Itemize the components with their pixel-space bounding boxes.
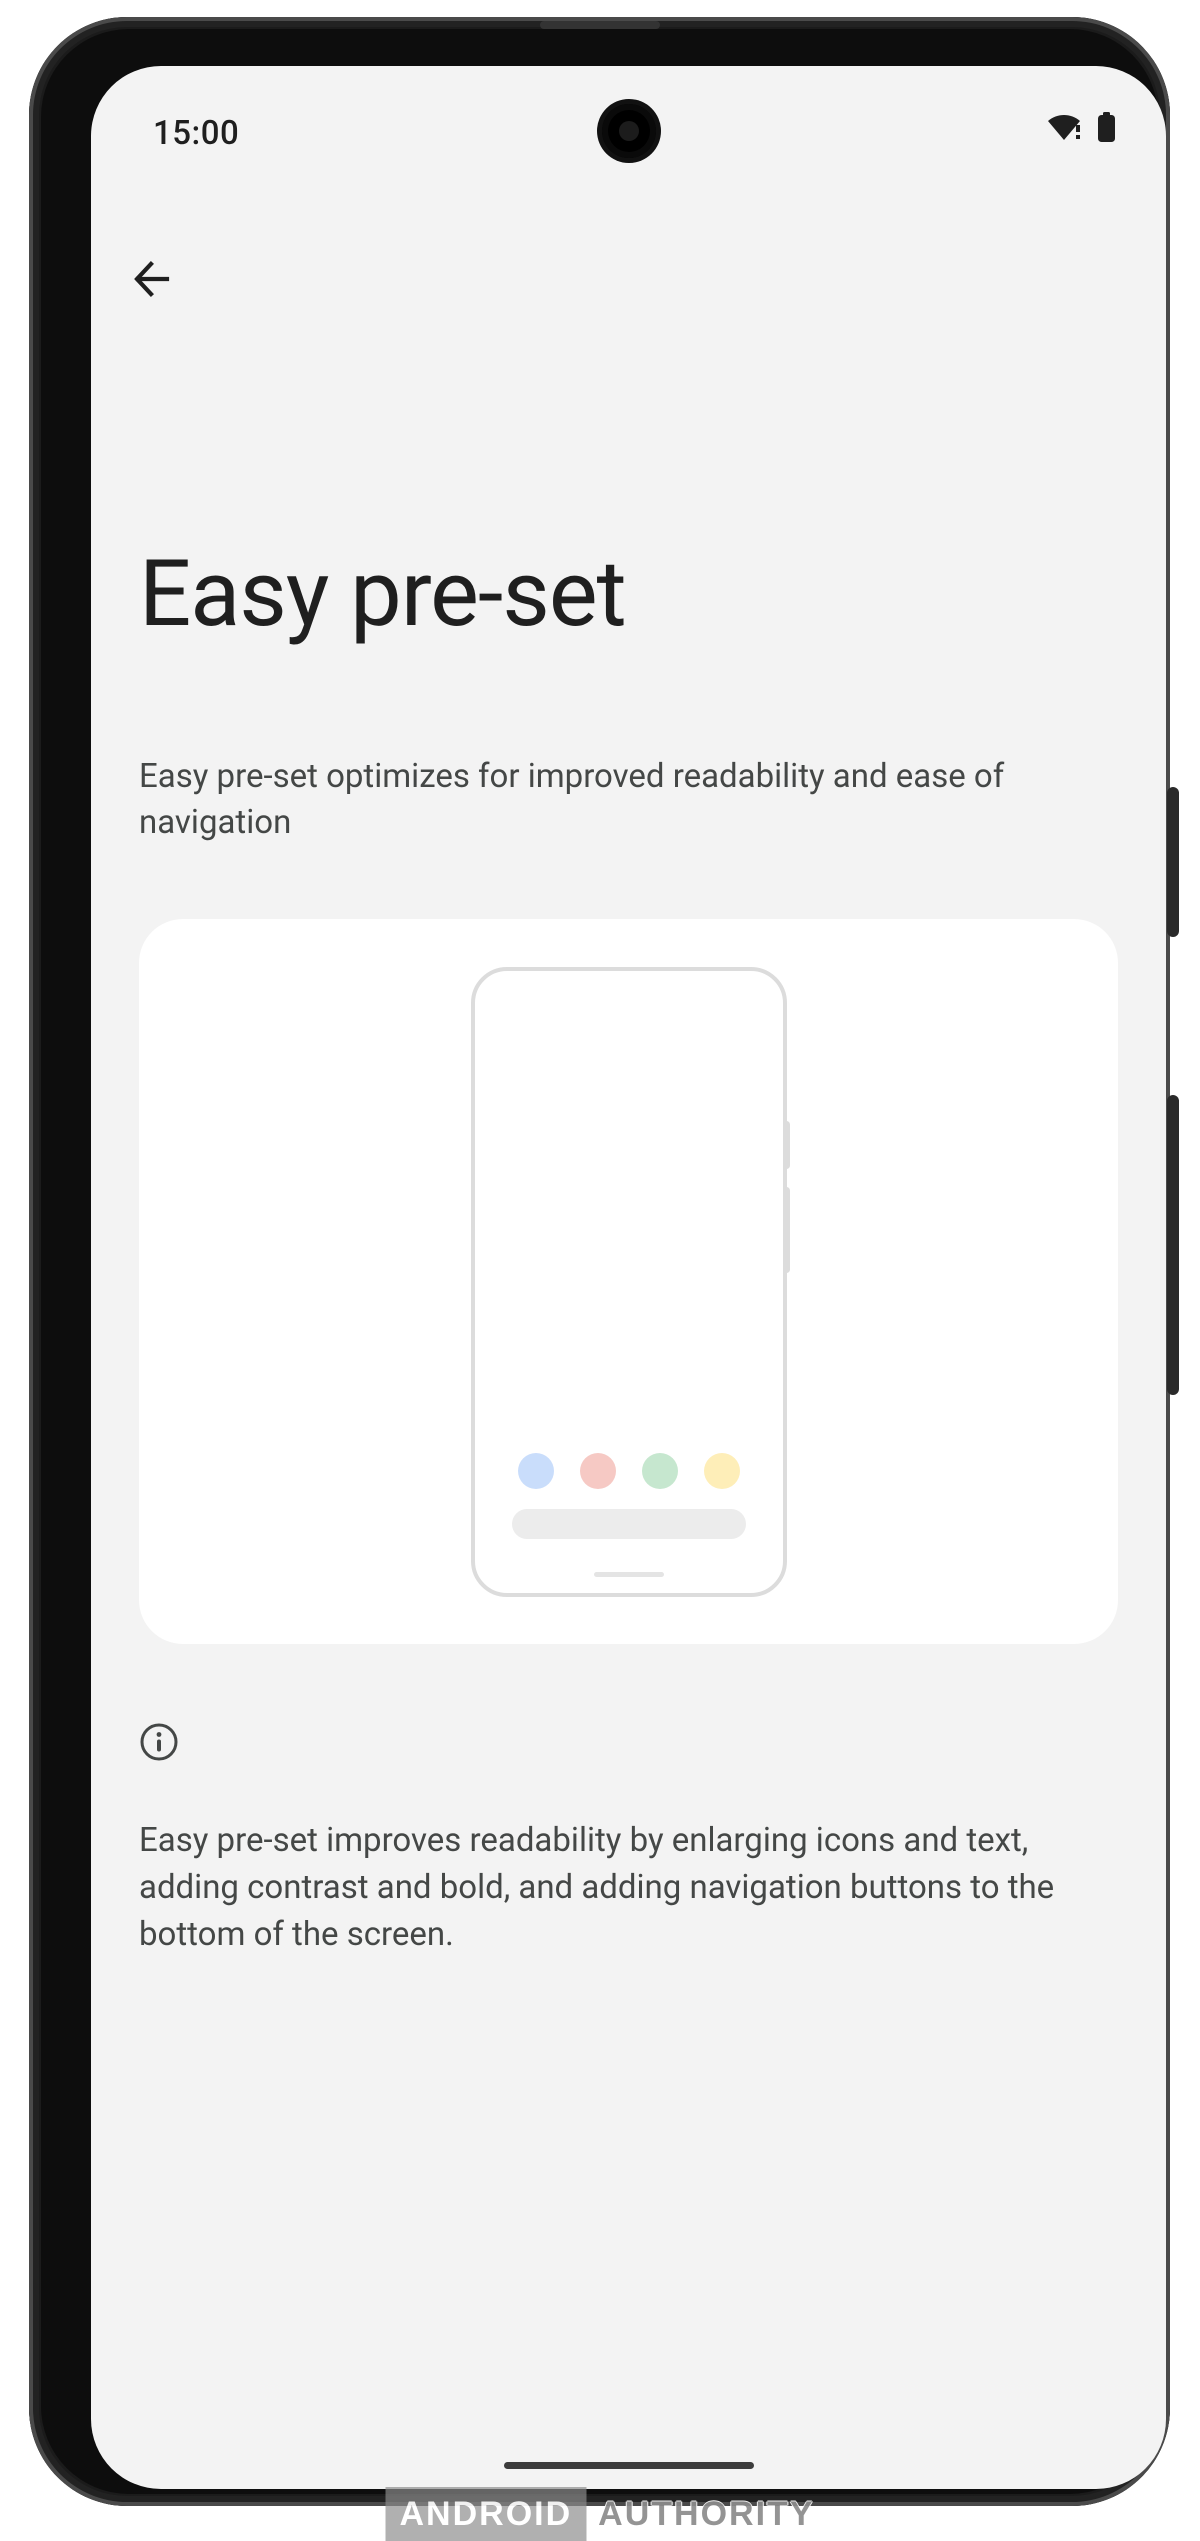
dot-yellow-icon xyxy=(704,1453,740,1489)
page-title: Easy pre-set xyxy=(139,311,1118,644)
dot-red-icon xyxy=(580,1453,616,1489)
wifi-alert-icon xyxy=(1047,113,1081,145)
toolbar xyxy=(139,161,1118,311)
gesture-bar[interactable] xyxy=(504,2462,754,2469)
screen: 15:00 xyxy=(91,66,1166,2489)
preview-gesture-bar-icon xyxy=(594,1572,664,1577)
content-area: Easy pre-set Easy pre-set optimizes for … xyxy=(91,161,1166,1959)
stage: 15:00 xyxy=(0,0,1200,2541)
info-row xyxy=(139,1644,1118,1766)
watermark-right: AUTHORITY xyxy=(586,2487,814,2541)
phone-frame: 15:00 xyxy=(29,17,1170,2506)
preview-card xyxy=(139,919,1118,1644)
watermark: ANDROID AUTHORITY xyxy=(386,2487,815,2541)
preview-side-button-icon xyxy=(783,1187,790,1273)
preview-phone-illustration xyxy=(471,967,787,1597)
preview-search-bar-icon xyxy=(512,1509,746,1539)
earpiece xyxy=(540,21,660,29)
dot-green-icon xyxy=(642,1453,678,1489)
preview-app-dots xyxy=(475,1453,783,1489)
watermark-left: ANDROID xyxy=(386,2487,587,2541)
phone-side-button-bottom xyxy=(1167,1095,1179,1395)
page-subtitle: Easy pre-set optimizes for improved read… xyxy=(139,644,1099,848)
dot-blue-icon xyxy=(518,1453,554,1489)
status-time: 15:00 xyxy=(153,114,239,153)
preview-side-button-icon xyxy=(783,1121,790,1169)
status-bar: 15:00 xyxy=(91,66,1166,161)
back-button[interactable] xyxy=(121,251,181,311)
battery-icon xyxy=(1097,112,1116,146)
status-icons xyxy=(1047,112,1116,146)
info-icon xyxy=(139,1747,179,1766)
page-detail-text: Easy pre-set improves readability by enl… xyxy=(139,1766,1099,1959)
phone-side-button-top xyxy=(1167,787,1179,937)
arrow-back-icon xyxy=(130,258,172,304)
